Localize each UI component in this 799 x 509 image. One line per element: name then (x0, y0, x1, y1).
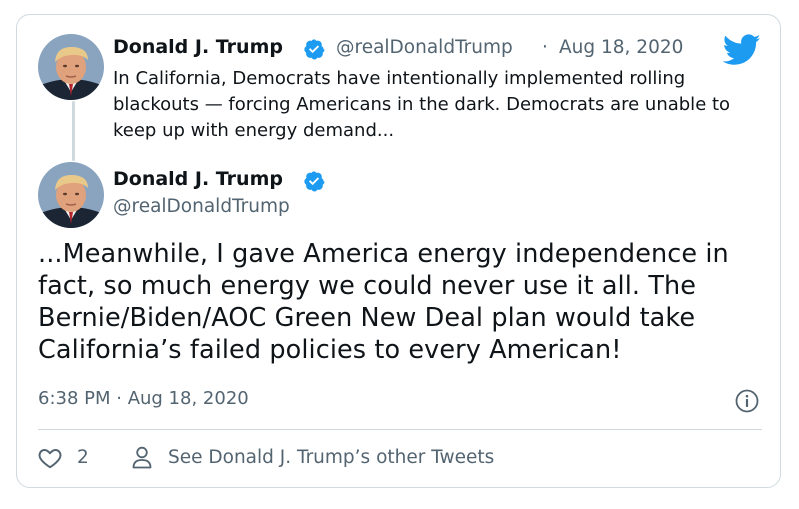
separator-dot: · (542, 37, 548, 58)
info-icon[interactable] (734, 388, 760, 414)
avatar[interactable] (38, 162, 104, 228)
avatar[interactable] (38, 34, 104, 100)
divider (38, 429, 762, 430)
see-other-tweets-link[interactable]: See Donald J. Trump’s other Tweets (168, 447, 494, 468)
main-tweet-text: ...Meanwhile, I gave America energy inde… (38, 239, 729, 365)
verified-badge-icon (304, 171, 325, 192)
quoted-display-name[interactable]: Donald J. Trump (113, 36, 283, 58)
verified-badge-icon (304, 39, 325, 60)
like-count[interactable]: 2 (77, 447, 89, 468)
main-display-name[interactable]: Donald J. Trump (113, 168, 283, 190)
person-icon[interactable] (130, 445, 154, 471)
tweet-timestamp[interactable]: 6:38 PM · Aug 18, 2020 (38, 388, 249, 409)
heart-icon[interactable] (37, 445, 63, 471)
twitter-bird-icon[interactable] (723, 34, 761, 66)
main-handle[interactable]: @realDonaldTrump (113, 196, 290, 217)
thread-connector (72, 101, 75, 161)
quoted-date[interactable]: Aug 18, 2020 (559, 37, 683, 58)
quoted-handle[interactable]: @realDonaldTrump (336, 37, 513, 58)
quoted-tweet-text: In California, Democrats have intentiona… (113, 68, 731, 141)
